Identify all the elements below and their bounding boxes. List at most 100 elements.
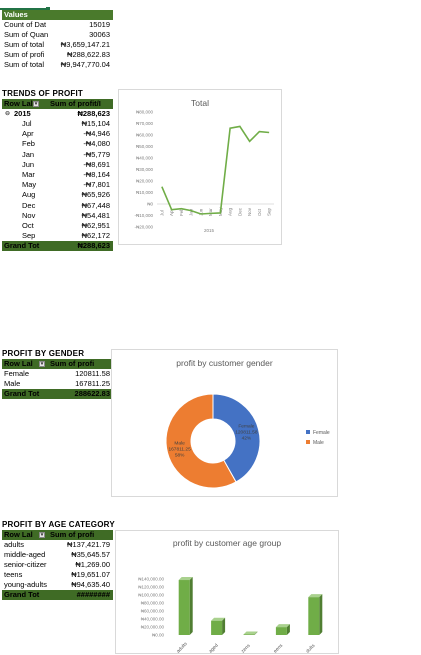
y-tick-label: ₦40,000 xyxy=(136,156,154,161)
trends-year-row[interactable]: ⊖ 2015 ₦288,623 xyxy=(2,109,113,119)
y-tick-label: ₦60,000 xyxy=(136,133,154,138)
filter-dropdown-icon[interactable]: ▾ xyxy=(33,101,39,107)
row-value: -₦8,164 xyxy=(83,170,110,179)
year-value: ₦288,623 xyxy=(77,109,110,118)
gender-header-row[interactable]: Row Lal ▾ Sum of profi xyxy=(2,359,113,369)
row-label: Apr xyxy=(22,129,34,139)
bar xyxy=(275,627,287,635)
table-row[interactable]: Count of Dat 15019 xyxy=(2,20,113,30)
table-row[interactable]: Jul ₦15,104 xyxy=(2,119,113,129)
bar xyxy=(243,634,255,635)
x-tick-label: Oct xyxy=(257,208,262,216)
filter-dropdown-icon[interactable]: ▾ xyxy=(39,361,45,367)
x-tick-label: zens xyxy=(241,643,252,654)
row-value: 15019 xyxy=(89,20,110,29)
table-row[interactable]: Jun -₦8,691 xyxy=(2,160,113,170)
table-row[interactable]: young-adults ₦94,635.40 xyxy=(2,580,113,590)
y-tick-label: ₦10,000 xyxy=(136,190,154,195)
table-row[interactable]: senior-citizer ₦1,269.00 xyxy=(2,560,113,570)
row-label: Male xyxy=(4,379,21,388)
age-col2: Sum of profi xyxy=(50,530,95,539)
x-tick-label: Jul xyxy=(159,210,164,216)
x-tick-label: Nov xyxy=(247,207,252,216)
data-label: 42% xyxy=(242,435,252,441)
table-row[interactable]: Sum of profi ₦288,622.83 xyxy=(2,50,113,60)
x-tick-label: Mar xyxy=(208,208,213,216)
year-label: 2015 xyxy=(14,109,31,118)
row-label: Sum of profi xyxy=(4,50,45,59)
row-label: Jul xyxy=(22,119,32,128)
y-tick-label: -₦10,000 xyxy=(134,213,153,218)
collapse-icon[interactable]: ⊖ xyxy=(5,109,10,119)
row-value: ₦9,947,770.04 xyxy=(60,60,110,69)
row-label: Count of Dat xyxy=(4,20,47,29)
row-value: ₦1,269.00 xyxy=(75,560,110,569)
row-label: May xyxy=(22,180,37,190)
age-col1: Row Lal xyxy=(4,530,33,539)
row-label: Sum of total xyxy=(4,60,45,69)
row-value: -₦8,691 xyxy=(83,159,110,169)
bar-chart-plot: ₦140,000.00 ₦120,000.00 ₦100,000.00 ₦80,000… xyxy=(138,577,323,654)
bar-side xyxy=(319,594,323,635)
row-value: ₦19,651.07 xyxy=(71,570,110,579)
row-label: Aug xyxy=(22,190,36,200)
row-label: senior-citizer xyxy=(4,560,47,569)
gender-col1: Row Lal xyxy=(4,359,33,368)
gender-grand-total: Grand Tot 288622.83 xyxy=(2,389,113,399)
table-row[interactable]: middle-aged ₦35,645.57 xyxy=(2,550,113,560)
age-bar-chart[interactable]: profit by customer age group ₦140,000.00… xyxy=(115,530,339,654)
trends-col2: Sum of profit/I xyxy=(50,99,101,108)
table-row[interactable]: Dec ₦67,448 xyxy=(2,201,113,211)
bar xyxy=(178,580,190,635)
values-header[interactable]: Values xyxy=(2,10,113,20)
trends-col1: Row Lal xyxy=(4,99,33,108)
table-row[interactable]: Sum of total ₦3,659,147.21 xyxy=(2,40,113,50)
row-value: 120811.58 xyxy=(75,369,110,378)
y-tick-label: ₦60,000.00 xyxy=(141,609,165,614)
data-label: Male xyxy=(174,441,185,447)
filter-dropdown-icon[interactable]: ▾ xyxy=(39,532,45,538)
series-line xyxy=(161,125,270,215)
trends-grand-total: Grand Tot ₦288,623 xyxy=(2,241,113,251)
age-header-row[interactable]: Row Lal ▾ Sum of profi xyxy=(2,530,113,540)
y-tick-label: ₦140,000.00 xyxy=(138,577,164,582)
table-row[interactable]: Oct ₦62,951 xyxy=(2,221,113,231)
age-title: PROFIT BY AGE CATEGORY xyxy=(2,520,115,529)
grand-total-label: Grand Tot xyxy=(4,590,40,599)
row-value: ₦54,481 xyxy=(81,210,110,220)
table-row[interactable]: Feb -₦4,080 xyxy=(2,139,113,149)
row-label: Female xyxy=(4,369,30,378)
cell-selection-marker xyxy=(0,0,48,10)
age-grand-total: Grand Tot ######## xyxy=(2,590,113,600)
row-value: ₦288,622.83 xyxy=(67,50,110,59)
y-tick-label: ₦70,000 xyxy=(136,121,154,126)
row-value: ₦65,926 xyxy=(81,190,110,200)
trends-header-row[interactable]: Row Lal ▾ Sum of profit/I xyxy=(2,99,113,109)
gender-donut-chart[interactable]: profit by customer gender Female 120811.5… xyxy=(111,349,338,497)
table-row[interactable]: Jan -₦5,779 xyxy=(2,150,113,160)
grand-total-label: Grand Tot xyxy=(4,241,40,250)
legend-label: Male xyxy=(313,440,324,446)
row-value: 167811.25 xyxy=(75,379,110,388)
table-row[interactable]: Sum of total ₦9,947,770.04 xyxy=(2,60,113,70)
table-row[interactable]: Female 120811.58 xyxy=(2,369,113,379)
y-tick-label: ₦80,000 xyxy=(136,110,154,115)
row-value: -₦4,946 xyxy=(83,129,110,139)
trends-line-chart[interactable]: Total ₦80,000 ₦70,000 ₦60,000 ₦50,000 ₦40,00… xyxy=(118,89,282,245)
table-row[interactable]: Nov ₦54,481 xyxy=(2,211,113,221)
table-row[interactable]: Aug ₦65,926 xyxy=(2,190,113,200)
row-label: Jan xyxy=(22,149,35,159)
table-row[interactable]: teens ₦19,651.07 xyxy=(2,570,113,580)
table-row[interactable]: May -₦7,801 xyxy=(2,180,113,190)
row-value: ₦3,659,147.21 xyxy=(60,40,110,49)
table-row[interactable]: Apr -₦4,946 xyxy=(2,129,113,139)
table-row[interactable]: Mar -₦8,164 xyxy=(2,170,113,180)
row-label: Feb xyxy=(22,139,35,149)
table-row[interactable]: Sep ₦62,172 xyxy=(2,231,113,241)
table-row[interactable]: adults ₦137,421.79 xyxy=(2,540,113,550)
table-row[interactable]: Male 167811.25 xyxy=(2,379,113,389)
table-row[interactable]: Sum of Quan 30063 xyxy=(2,30,113,40)
row-value: ₦62,172 xyxy=(81,231,110,241)
bar xyxy=(211,620,223,635)
row-value: ₦67,448 xyxy=(81,200,110,210)
